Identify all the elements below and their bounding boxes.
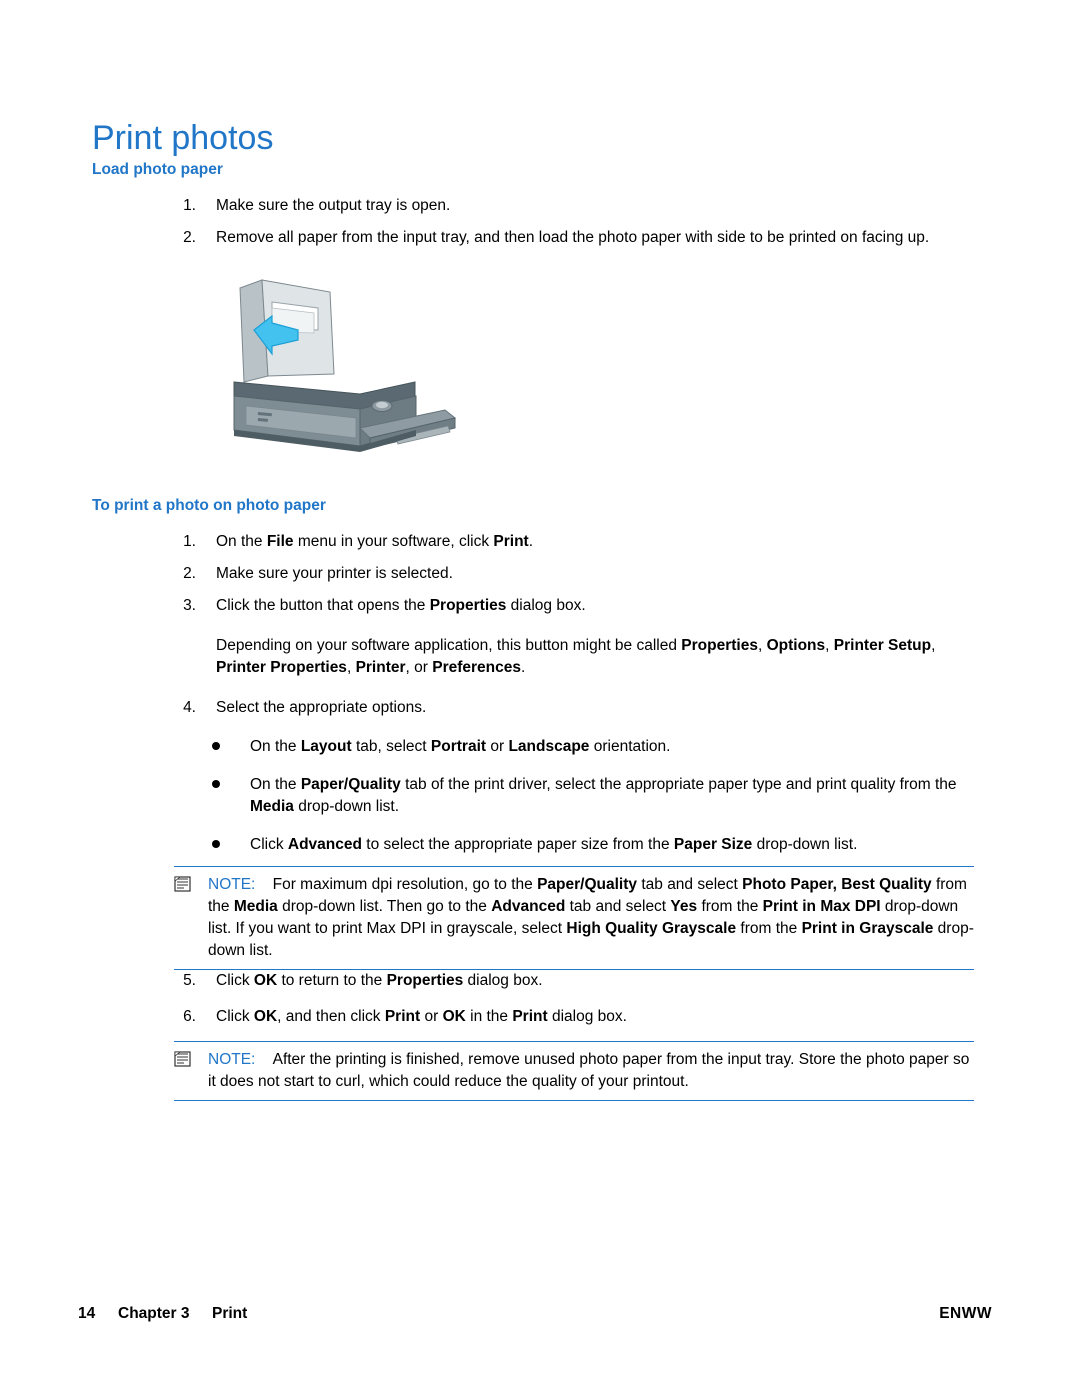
- list-item: 1. On the File menu in your software, cl…: [174, 531, 974, 553]
- list-item: Click Advanced to select the appropriate…: [208, 834, 978, 856]
- note-text: After the printing is finished, remove u…: [208, 1051, 970, 1090]
- list-item: 3. Click the button that opens the Prope…: [174, 595, 974, 617]
- list-item-text: Make sure your printer is selected.: [216, 565, 453, 582]
- list-item-number: 6.: [183, 1008, 196, 1025]
- document-page: Print photos Load photo paper 1. Make su…: [0, 0, 1080, 1397]
- list-item: 4. Select the appropriate options.: [174, 697, 974, 719]
- list-item-text: Make sure the output tray is open.: [216, 197, 451, 214]
- list-item-text: Remove all paper from the input tray, an…: [216, 229, 930, 246]
- list-item-number: 4.: [183, 699, 196, 716]
- section-heading-load-photo-paper: Load photo paper: [92, 161, 223, 178]
- printer-illustration: [210, 278, 470, 473]
- note-label: NOTE:: [208, 1051, 256, 1068]
- list-item-text: Click Advanced to select the appropriate…: [250, 836, 858, 853]
- footer-section: Print: [212, 1305, 248, 1322]
- list-item-text: Select the appropriate options.: [216, 699, 427, 716]
- note-icon: [174, 876, 192, 892]
- print-option-bullets: On the Layout tab, select Portrait or La…: [208, 736, 978, 872]
- list-item-number: 3.: [183, 597, 196, 614]
- note-text: For maximum dpi resolution, go to the Pa…: [208, 876, 974, 959]
- list-item-text: On the File menu in your software, click…: [216, 533, 534, 550]
- list-item-number: 5.: [183, 972, 196, 989]
- list-item: On the Layout tab, select Portrait or La…: [208, 736, 978, 758]
- list-item: On the Paper/Quality tab of the print dr…: [208, 774, 978, 818]
- list-item-text: Depending on your software application, …: [216, 637, 936, 676]
- list-item-text: Click the button that opens the Properti…: [216, 597, 586, 614]
- load-photo-paper-steps: 1. Make sure the output tray is open. 2.…: [174, 195, 974, 259]
- page-footer: 14 Chapter 3 Print ENWW: [0, 1305, 1080, 1335]
- list-item-number: 2.: [183, 565, 196, 582]
- list-item-text: On the Layout tab, select Portrait or La…: [250, 738, 671, 755]
- section-heading-print-photo: To print a photo on photo paper: [92, 497, 326, 514]
- print-photo-steps: 1. On the File menu in your software, cl…: [174, 531, 974, 729]
- footer-chapter: Chapter 3: [118, 1305, 190, 1322]
- list-item: 2. Remove all paper from the input tray,…: [174, 227, 974, 249]
- list-item: 2. Make sure your printer is selected.: [174, 563, 974, 585]
- list-item-note-paragraph: Depending on your software application, …: [174, 635, 974, 679]
- note-block-max-dpi: NOTE: For maximum dpi resolution, go to …: [174, 866, 974, 970]
- footer-page-number: 14: [78, 1305, 96, 1322]
- list-item-number: 2.: [183, 229, 196, 246]
- bullet-icon: [212, 742, 220, 750]
- note-block-store-paper: NOTE: After the printing is finished, re…: [174, 1041, 974, 1101]
- list-item-text: Click OK to return to the Properties dia…: [216, 972, 543, 989]
- bullet-icon: [212, 840, 220, 848]
- page-title: Print photos: [92, 118, 274, 157]
- list-item: 6. Click OK, and then click Print or OK …: [174, 1006, 974, 1028]
- list-item-text: On the Paper/Quality tab of the print dr…: [250, 776, 957, 815]
- list-item: 5. Click OK to return to the Properties …: [174, 970, 974, 992]
- note-label: NOTE:: [208, 876, 256, 893]
- list-item-number: 1.: [183, 197, 196, 214]
- list-item-number: 1.: [183, 533, 196, 550]
- printer-illustration-svg: [233, 279, 457, 452]
- bullet-icon: [212, 780, 220, 788]
- note-icon: [174, 1051, 192, 1067]
- list-item: 1. Make sure the output tray is open.: [174, 195, 974, 217]
- print-photo-steps-tail: 5. Click OK to return to the Properties …: [174, 970, 974, 1038]
- footer-brand: ENWW: [939, 1305, 992, 1322]
- list-item-text: Click OK, and then click Print or OK in …: [216, 1008, 627, 1025]
